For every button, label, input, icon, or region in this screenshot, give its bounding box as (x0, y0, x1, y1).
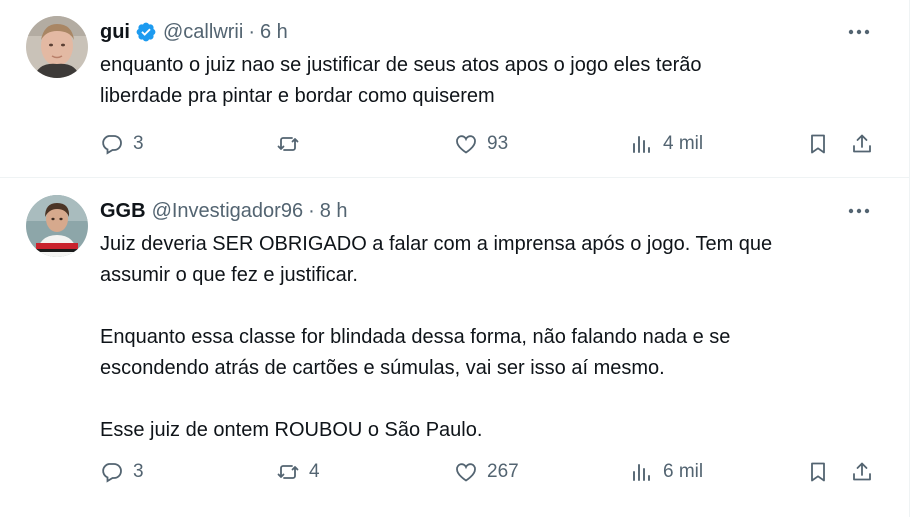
like-count: 267 (487, 461, 519, 482)
retweet-button[interactable]: 4 (276, 455, 320, 489)
user-handle[interactable]: @callwrii (163, 21, 243, 44)
display-name[interactable]: gui (100, 21, 130, 44)
tweet-text: enquanto o juiz nao se justificar de seu… (100, 54, 702, 107)
user-handle[interactable]: @Investigador96 (152, 200, 304, 223)
tweet[interactable]: gui @callwrii · 6 h enquanto o juiz nao … (0, 0, 910, 178)
reply-button[interactable]: 3 (100, 127, 144, 161)
like-count: 93 (487, 133, 509, 154)
share-icon (853, 134, 871, 153)
bookmark-button[interactable] (806, 455, 830, 489)
more-icon[interactable] (846, 201, 872, 221)
share-button[interactable] (850, 127, 874, 161)
views-count: 6 mil (663, 461, 704, 482)
views-count: 4 mil (663, 133, 704, 154)
display-name[interactable]: GGB (100, 200, 146, 223)
like-icon (456, 463, 476, 482)
tweet-header: gui @callwrii · 6 h (100, 16, 880, 48)
timestamp[interactable]: 8 h (320, 200, 348, 223)
avatar-photo (26, 16, 88, 78)
retweet-icon (277, 137, 299, 151)
separator-dot: · (248, 20, 255, 43)
reply-count: 3 (133, 133, 144, 154)
tweet[interactable]: GGB @Investigador96 · 8 h Juiz deveria S… (0, 178, 910, 517)
like-button[interactable]: 267 (454, 455, 519, 489)
share-button[interactable] (850, 455, 874, 489)
bookmark-button[interactable] (806, 127, 830, 161)
like-button[interactable]: 93 (454, 127, 508, 161)
retweet-button[interactable] (276, 127, 309, 161)
timestamp[interactable]: 6 h (260, 21, 288, 44)
retweet-count: 4 (309, 461, 320, 482)
avatar[interactable] (26, 16, 88, 78)
reply-icon (102, 463, 122, 483)
reply-icon (102, 135, 122, 155)
bookmark-icon (811, 134, 825, 154)
bookmark-icon (811, 462, 825, 482)
verified-badge-icon[interactable] (135, 21, 157, 43)
tweet-text: Juiz deveria SER OBRIGADO a falar com a … (100, 233, 773, 441)
more-icon[interactable] (846, 22, 872, 42)
like-icon (456, 135, 476, 154)
retweet-icon (277, 465, 299, 479)
views-icon (633, 136, 650, 153)
tweet-actions: 3 4 267 6 mil (100, 455, 880, 489)
avatar[interactable] (26, 195, 88, 257)
views-button[interactable]: 6 mil (630, 455, 703, 489)
views-button[interactable]: 4 mil (630, 127, 703, 161)
reply-count: 3 (133, 461, 144, 482)
views-icon (633, 464, 650, 481)
tweet-actions: 3 93 4 mil (100, 127, 880, 161)
separator-dot: · (308, 199, 315, 222)
share-icon (853, 462, 871, 481)
tweet-header: GGB @Investigador96 · 8 h (100, 195, 880, 227)
reply-button[interactable]: 3 (100, 455, 144, 489)
avatar-photo (26, 195, 88, 257)
